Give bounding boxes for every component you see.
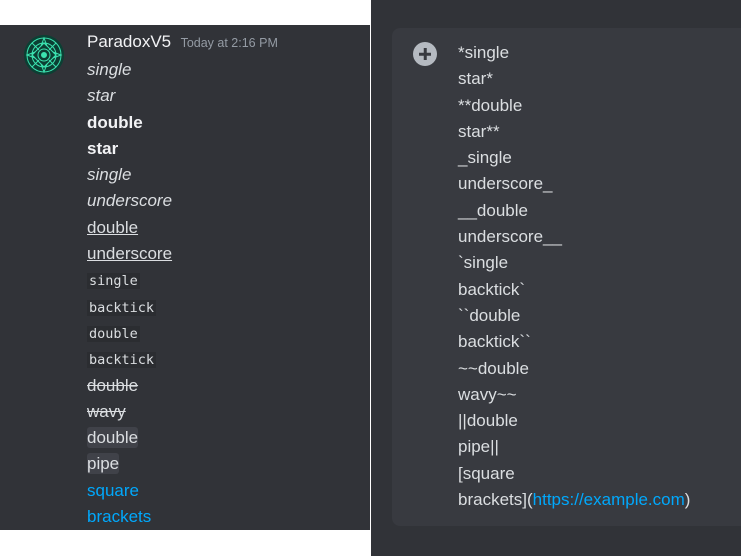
inline-code: backtick bbox=[87, 299, 157, 316]
message-line: double bbox=[87, 373, 172, 399]
raw-line: brackets](https://example.com) bbox=[458, 487, 690, 513]
raw-link-suffix: ) bbox=[684, 490, 691, 510]
message-header: ParadoxV5 Today at 2:16 PM bbox=[87, 32, 278, 52]
link-text[interactable]: square bbox=[87, 481, 139, 500]
inline-code: double bbox=[87, 325, 140, 342]
message-panel: ParadoxV5 Today at 2:16 PM single star d… bbox=[0, 25, 370, 530]
bold-text: double bbox=[87, 112, 143, 132]
raw-line: backtick` bbox=[458, 279, 526, 299]
geometric-mandala-icon bbox=[24, 35, 64, 75]
username[interactable]: ParadoxV5 bbox=[87, 32, 171, 51]
strikethrough-text: wavy bbox=[87, 401, 126, 421]
message-line: backtick bbox=[87, 294, 172, 320]
message-line: single bbox=[87, 162, 172, 188]
avatar[interactable] bbox=[24, 35, 64, 75]
message-line: wavy bbox=[87, 399, 172, 425]
plus-circle-icon[interactable] bbox=[413, 42, 437, 66]
message-line: star bbox=[87, 136, 172, 162]
bold-text: star bbox=[87, 138, 119, 158]
screenshot-stage: ParadoxV5 Today at 2:16 PM single star d… bbox=[0, 0, 741, 556]
raw-line: star* bbox=[458, 69, 493, 89]
raw-line: underscore_ bbox=[458, 174, 553, 194]
link-text[interactable]: brackets bbox=[87, 507, 151, 526]
message-line: single bbox=[87, 57, 172, 83]
raw-line: backtick`` bbox=[458, 332, 531, 352]
timestamp[interactable]: Today at 2:16 PM bbox=[181, 36, 278, 50]
message-line: square bbox=[87, 478, 172, 504]
message-line: underscore bbox=[87, 188, 172, 214]
message-line: double bbox=[87, 215, 172, 241]
inline-code: single bbox=[87, 273, 140, 290]
italic-text: single bbox=[87, 60, 132, 79]
spoiler-text[interactable]: pipe bbox=[87, 453, 120, 475]
message-line: double bbox=[87, 320, 172, 346]
strikethrough-text: double bbox=[87, 375, 139, 395]
inline-code: backtick bbox=[87, 352, 157, 369]
spoiler-text[interactable]: double bbox=[87, 427, 139, 449]
raw-line: _single bbox=[458, 148, 512, 168]
raw-line: [square bbox=[458, 463, 515, 483]
message-line: backtick bbox=[87, 346, 172, 372]
message-line: star bbox=[87, 83, 172, 109]
raw-markdown-text[interactable]: *single star* **double star** _single un… bbox=[458, 40, 690, 513]
raw-line: ~~double bbox=[458, 358, 529, 378]
message-line: pipe bbox=[87, 451, 172, 477]
underlined-text: double bbox=[87, 217, 139, 237]
message-line: brackets bbox=[87, 504, 172, 530]
italic-text: underscore bbox=[87, 191, 173, 211]
message-line: underscore bbox=[87, 241, 172, 267]
underlined-text: underscore bbox=[87, 244, 173, 264]
raw-line: star** bbox=[458, 121, 500, 141]
italic-text: star bbox=[87, 86, 116, 106]
raw-line: pipe|| bbox=[458, 437, 499, 457]
raw-line: ||double bbox=[458, 411, 518, 431]
raw-line: `single bbox=[458, 253, 509, 273]
raw-line: underscore__ bbox=[458, 227, 562, 247]
raw-link-url[interactable]: https://example.com bbox=[533, 490, 685, 509]
raw-line: ``double bbox=[458, 305, 521, 325]
italic-text: single bbox=[87, 165, 132, 185]
raw-line: __double bbox=[458, 200, 528, 220]
message-content: single star double star single underscor… bbox=[87, 57, 172, 530]
message-line: single bbox=[87, 267, 172, 293]
raw-line: *single bbox=[458, 43, 510, 62]
raw-link-prefix: brackets]( bbox=[458, 490, 533, 510]
raw-line: **double bbox=[458, 95, 523, 115]
message-line: double bbox=[87, 110, 172, 136]
raw-line: wavy~~ bbox=[458, 384, 517, 404]
message-line: double bbox=[87, 425, 172, 451]
